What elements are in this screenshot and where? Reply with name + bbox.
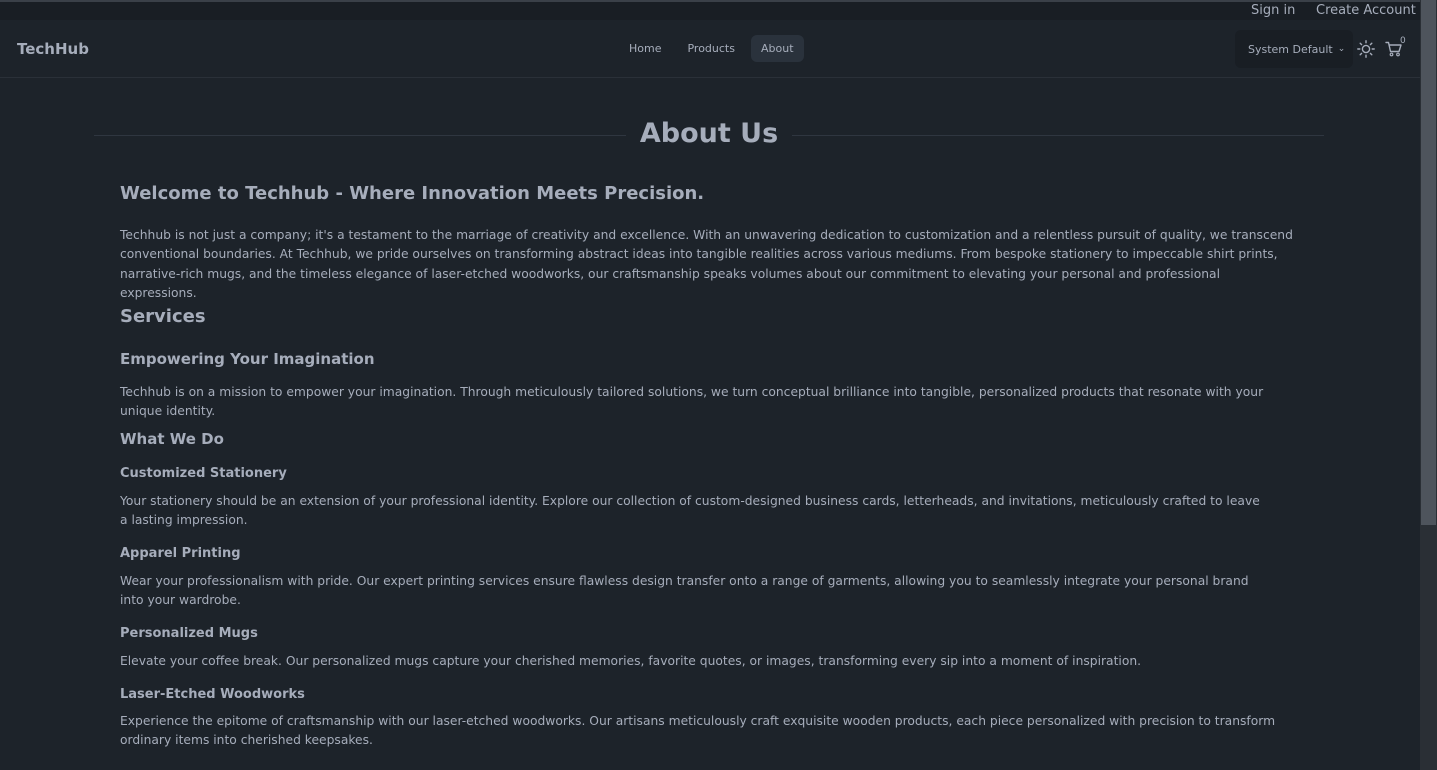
item-text-stationery: Your stationery should be an extension o… [120, 494, 1260, 528]
page-title-row: About Us [94, 118, 1324, 154]
nav-products[interactable]: Products [677, 35, 745, 62]
nav-about[interactable]: About [750, 35, 804, 62]
nav-home[interactable]: Home [619, 35, 671, 62]
intro-paragraph: Techhub is not just a company; it's a te… [120, 228, 1293, 300]
create-account-link[interactable]: Create Account ? [1316, 3, 1427, 18]
item-title-stationery: Customized Stationery [120, 466, 287, 481]
what-we-do-heading: What We Do [120, 430, 224, 448]
welcome-heading: Welcome to Techhub - Where Innovation Me… [120, 183, 705, 204]
sign-in-link[interactable]: Sign in [1251, 3, 1295, 18]
item-title-apparel: Apparel Printing [120, 546, 241, 561]
item-title-woodworks: Laser-Etched Woodworks [120, 687, 305, 702]
theme-select[interactable]: System Default ⌄ [1235, 30, 1353, 68]
page-title: About Us [94, 118, 1324, 149]
item-title-mugs: Personalized Mugs [120, 626, 258, 641]
brand-logo[interactable]: TechHub [17, 40, 89, 58]
services-heading: Services [120, 306, 206, 327]
chevron-down-icon: ⌄ [1337, 44, 1346, 54]
item-text-apparel: Wear your professionalism with pride. Ou… [120, 574, 1249, 608]
account-bar: Sign in Create Account ? [0, 2, 1427, 20]
empower-heading: Empowering Your Imagination [120, 350, 375, 368]
item-text-mugs: Elevate your coffee break. Our personali… [120, 654, 1142, 668]
app-viewport: Sign in Create Account ? TechHub Home Pr… [0, 0, 1437, 770]
scrollbar-thumb[interactable] [1421, 0, 1436, 525]
main-nav: Home Products About [619, 35, 804, 62]
theme-select-value: System Default [1248, 42, 1333, 56]
empower-paragraph: Techhub is on a mission to empower your … [120, 385, 1264, 419]
cart-count-badge: 0 [1400, 36, 1406, 46]
item-text-woodworks: Experience the epitome of craftsmanship … [120, 714, 1276, 748]
sun-icon[interactable] [1357, 40, 1375, 58]
navbar: TechHub Home Products About System Defau… [0, 20, 1420, 78]
